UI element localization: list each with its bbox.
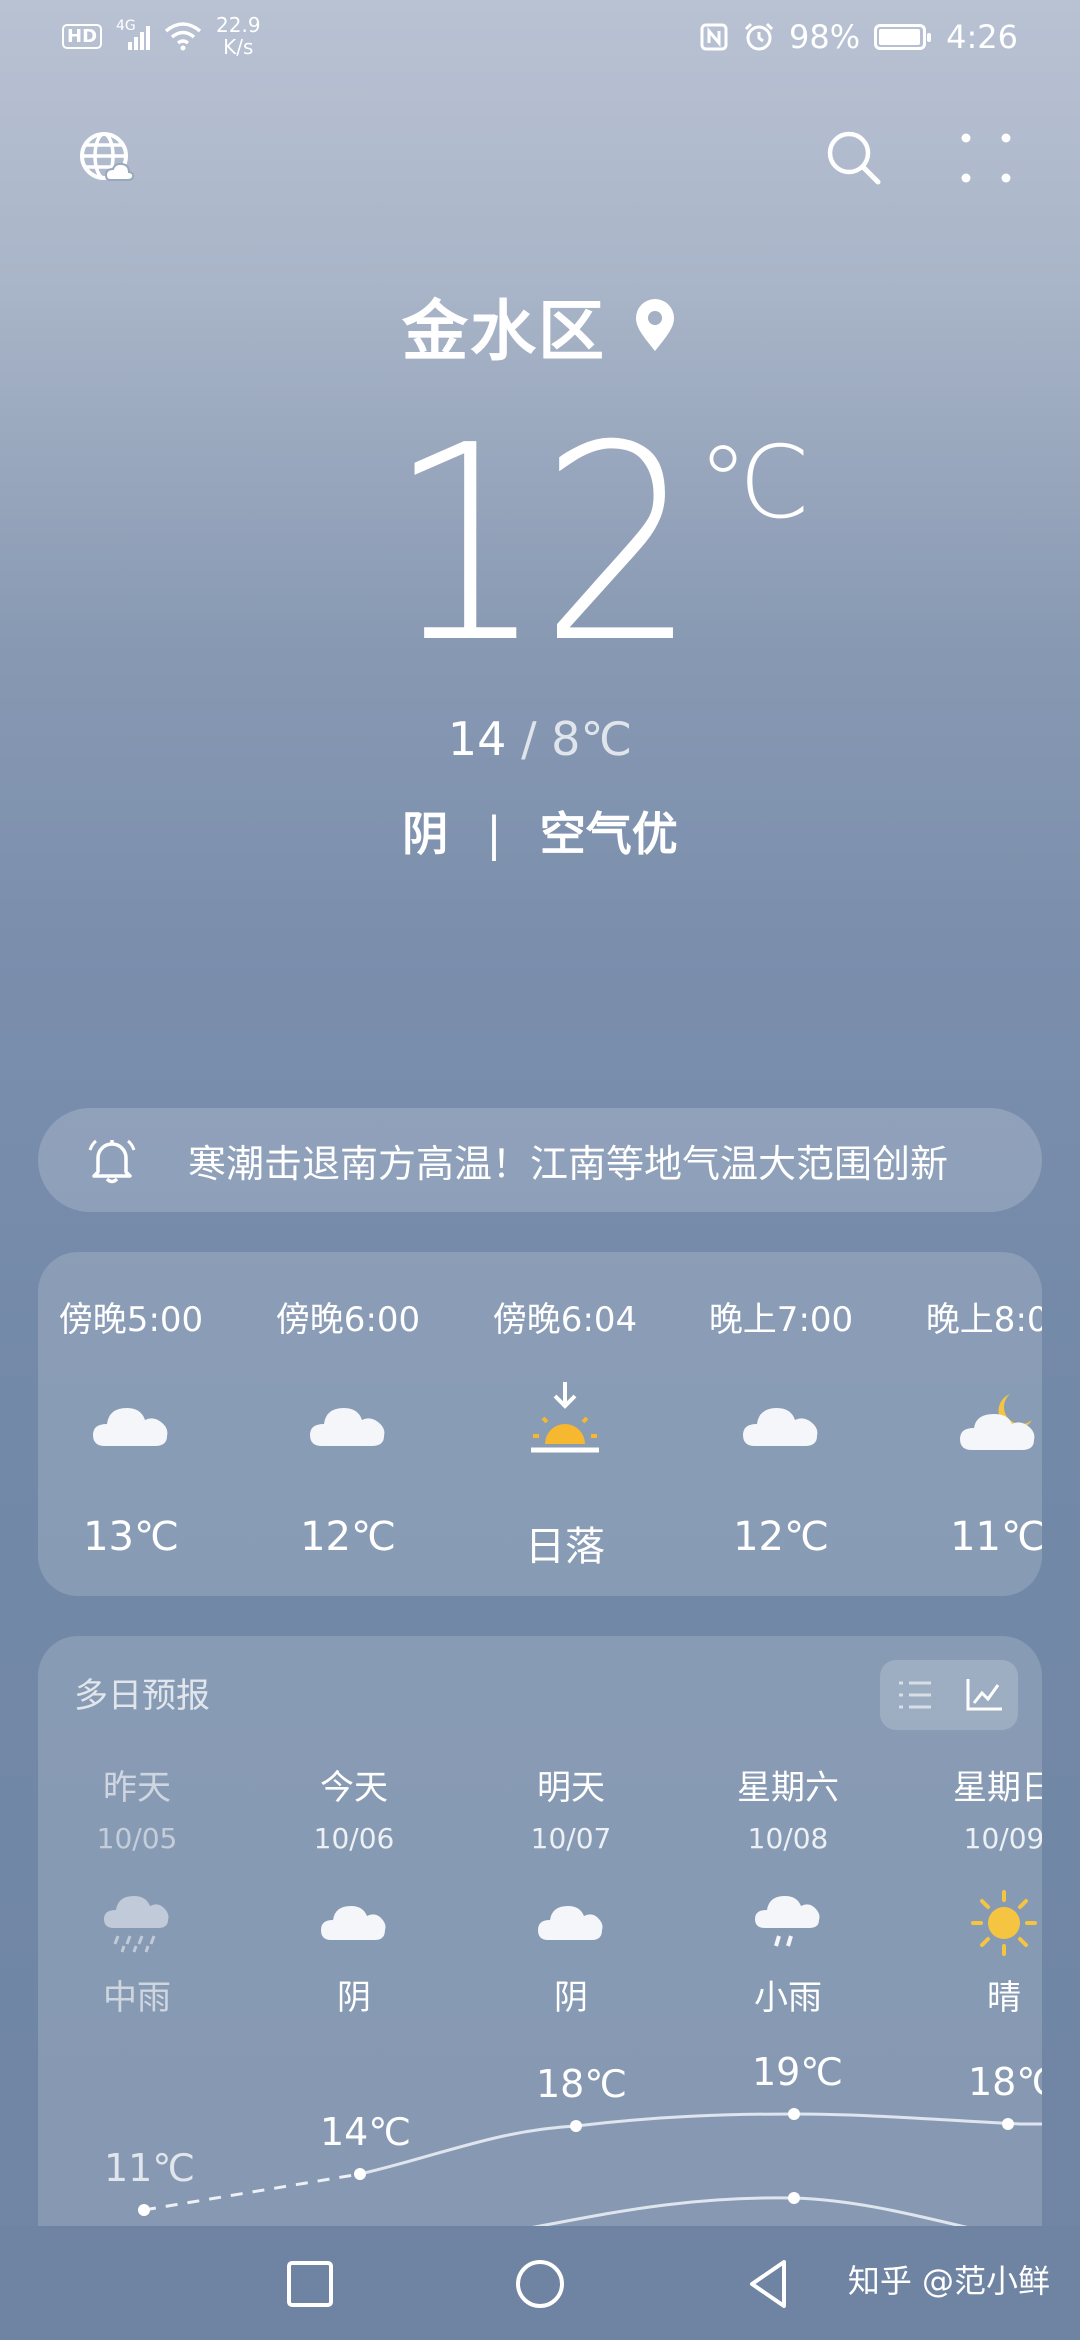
temp-point — [354, 2168, 366, 2180]
city-name: 金水区 — [402, 293, 606, 370]
status-bar: HD 4G 22.9 K/s 98% 4:26 — [0, 0, 1080, 76]
day-high-label: 19℃ — [752, 2050, 844, 2094]
recent-apps-button[interactable] — [280, 2254, 340, 2314]
alarm-icon — [744, 22, 774, 51]
high-temp: 14 — [447, 712, 507, 766]
clock: 4:26 — [946, 18, 1018, 56]
current-temperature: 12 ℃ — [387, 387, 811, 702]
news-text: 寒潮击退南方高温！江南等地气温大范围创新 — [188, 1141, 949, 1186]
city-manage-icon[interactable] — [76, 128, 136, 188]
cloud-icon — [310, 1408, 385, 1446]
temp-point — [138, 2204, 150, 2216]
day-high-label: 18℃ — [536, 2062, 628, 2106]
sunset-icon — [531, 1382, 599, 1453]
low-temp: / 8℃ — [521, 712, 633, 766]
hd-badge: HD — [62, 23, 103, 49]
wifi-icon — [164, 22, 202, 51]
battery-percent: 98% — [789, 18, 861, 56]
day-high-label: 18℃ — [968, 2060, 1042, 2104]
city-row[interactable]: 金水区 — [0, 278, 1080, 374]
battery-icon — [874, 24, 932, 50]
temp-point — [788, 2108, 800, 2120]
home-button[interactable] — [510, 2254, 570, 2314]
condition-line: 阴 | 空气优 — [0, 798, 1080, 864]
weather-news-banner[interactable]: 寒潮击退南方高温！江南等地气温大范围创新 — [38, 1108, 1042, 1212]
network-type: 4G — [116, 18, 136, 34]
temp-point-low — [788, 2192, 800, 2204]
cloud-icon — [93, 1408, 168, 1446]
air-quality: 空气优 — [539, 807, 678, 861]
back-button[interactable] — [740, 2254, 800, 2314]
more-options-icon[interactable] — [956, 128, 1016, 188]
search-icon[interactable] — [824, 128, 884, 188]
temperature-trend-chart — [138, 2108, 1042, 2226]
network-speed: 22.9 K/s — [216, 13, 261, 59]
temperature-unit: ℃ — [698, 424, 811, 541]
location-pin-icon — [636, 299, 674, 351]
nfc-icon — [700, 23, 728, 51]
temp-point — [570, 2120, 582, 2132]
watermark: 知乎 @范小鲜 — [847, 2262, 1050, 2300]
cellular-signal-icon: 4G — [116, 18, 151, 50]
day-high-label: 14℃ — [320, 2110, 412, 2154]
temp-point — [1002, 2118, 1014, 2130]
separator: | — [486, 807, 502, 861]
weather-condition: 阴 — [402, 807, 449, 861]
day-high-label: 11℃ — [104, 2146, 196, 2190]
hourly-forecast[interactable]: 傍晚5:00 13℃ 傍晚6:00 12℃ 傍晚6:04 日落 晚上7:00 1… — [38, 1252, 1042, 1596]
bell-icon — [88, 1139, 136, 1184]
cloudy-night-icon — [960, 1394, 1035, 1450]
multi-day-forecast[interactable]: 多日预报 昨天 10/05 中雨 今天 10/06 阴 明天 10/07 阴 星… — [38, 1636, 1042, 2226]
cloud-icon — [743, 1408, 818, 1446]
temperature-range: 14 / 8℃ — [0, 712, 1080, 766]
